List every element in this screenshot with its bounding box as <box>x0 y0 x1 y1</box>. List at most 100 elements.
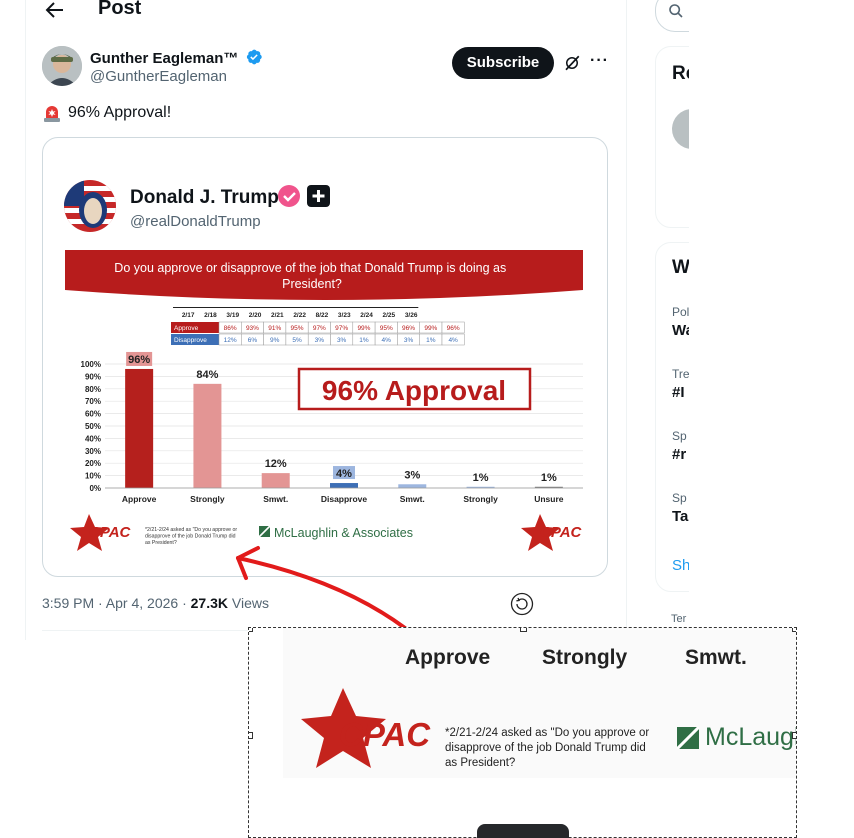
table-date: 2/25 <box>383 312 396 319</box>
value-label: 12% <box>265 458 287 470</box>
table-cell-value: 12% <box>224 337 237 344</box>
zoomed-image: Approve Strongly Smwt. CPAC *2/21-2/24 a… <box>283 628 796 778</box>
banner-line-2: President? <box>282 277 342 291</box>
svg-text:CPAC: CPAC <box>89 524 132 541</box>
table-cell-value: 3% <box>337 337 347 344</box>
y-tick-label: 30% <box>85 447 101 456</box>
resize-handle-top-right[interactable] <box>792 628 796 632</box>
value-label: 1% <box>541 472 557 484</box>
resize-handle-right[interactable] <box>792 732 796 739</box>
category-label: Unsure <box>534 494 564 504</box>
zoom-label-strongly: Strongly <box>542 646 628 669</box>
banner-line-1: Do you approve or disapprove of the job … <box>114 261 506 275</box>
panel-title: W <box>672 257 689 278</box>
trump-avatar-icon <box>64 180 116 232</box>
table-cell-value: 1% <box>426 337 436 344</box>
trend-item-1[interactable]: Pol Wa <box>672 305 689 339</box>
value-label: 96% <box>128 354 150 366</box>
table-row-label: Approve <box>174 325 199 332</box>
table-date: 3/23 <box>338 312 351 319</box>
bar <box>398 484 427 488</box>
resize-handle-top[interactable] <box>520 628 527 632</box>
table-cell-value: 93% <box>246 325 259 332</box>
table-cell-value: 95% <box>380 325 393 332</box>
category-label: Disapprove <box>321 494 368 504</box>
embedded-handle: @realDonaldTrump <box>130 213 261 230</box>
table-cell-value: 99% <box>424 325 437 332</box>
resize-handle-top-left[interactable] <box>249 628 253 632</box>
y-tick-label: 70% <box>85 397 101 406</box>
author-name[interactable]: Gunther Eagleman™ <box>90 48 263 67</box>
zoomed-selection-box[interactable]: Approve Strongly Smwt. CPAC *2/21-2/24 a… <box>248 627 797 838</box>
svg-text:McLaughlin & Associates: McLaughlin & Associates <box>274 526 413 540</box>
category-label: Approve <box>122 494 157 504</box>
table-cell-value: 97% <box>335 325 348 332</box>
trend-item-4[interactable]: Sp Ta <box>672 491 688 525</box>
table-cell-value: 4% <box>448 337 458 344</box>
zoom-label-approve: Approve <box>405 646 491 669</box>
pink-verified-icon <box>278 185 300 207</box>
back-arrow-icon[interactable] <box>42 0 66 22</box>
table-date: 2/24 <box>360 312 373 319</box>
trend-item-2[interactable]: Tre #I <box>672 367 689 401</box>
rotate-handle-icon[interactable] <box>510 592 534 616</box>
svg-text:CPAC: CPAC <box>339 716 431 753</box>
svg-text:CPAC: CPAC <box>540 524 583 541</box>
verified-badge-icon <box>246 49 262 65</box>
search-icon <box>669 4 683 18</box>
category-label: Smwt. <box>400 494 425 504</box>
value-label: 3% <box>404 469 420 481</box>
avatar-image <box>42 46 82 86</box>
cpac-logo-left: CPAC <box>70 514 132 551</box>
y-tick-label: 60% <box>85 410 101 419</box>
zoom-label-smwt: Smwt. <box>685 646 747 669</box>
category-label: Strongly <box>463 494 498 504</box>
table-date: 3/19 <box>226 312 239 319</box>
zoom-cpac-logo: CPAC <box>301 688 431 768</box>
zoom-pollster-logo: McLaugh <box>677 723 796 752</box>
y-tick-label: 20% <box>85 459 101 468</box>
tweet-text: 96% Approval! <box>42 103 171 123</box>
more-options-button[interactable]: ··· <box>590 52 609 70</box>
table-date: 2/18 <box>204 312 217 319</box>
search-box[interactable] <box>655 0 689 32</box>
relevant-people-panel: Re <box>655 46 689 228</box>
table-cell-value: 96% <box>402 325 415 332</box>
bottom-toolbar-tab[interactable] <box>477 824 569 838</box>
table-cell-value: 6% <box>248 337 258 344</box>
table-cell-value: 3% <box>404 337 414 344</box>
embedded-screenshot: Donald J. Trump @realDonaldTrump Do you … <box>64 180 583 551</box>
table-row-label: Disapprove <box>174 337 207 344</box>
table-date: 2/20 <box>249 312 262 319</box>
y-tick-label: 40% <box>85 434 101 443</box>
y-tick-label: 100% <box>81 360 101 369</box>
table-cell-value: 4% <box>382 337 392 344</box>
trend-item-3[interactable]: Sp #r <box>672 429 687 463</box>
table-cell-value: 5% <box>292 337 302 344</box>
table-cell-value: 1% <box>359 337 369 344</box>
terms-link[interactable]: Ter <box>671 613 686 625</box>
avatar[interactable] <box>42 46 82 86</box>
show-more-link[interactable]: Sh <box>672 557 689 574</box>
subscribe-button[interactable]: Subscribe <box>452 47 554 79</box>
table-cell-value: 97% <box>313 325 326 332</box>
views-count: 27.3K <box>190 595 228 611</box>
whats-happening-panel: W Pol Wa Tre #I Sp #r Sp Ta Sh <box>655 242 689 592</box>
author-handle[interactable]: @GuntherEagleman <box>90 68 227 85</box>
grok-icon[interactable] <box>563 54 581 72</box>
resize-handle-left[interactable] <box>249 732 253 739</box>
value-label: 1% <box>473 472 489 484</box>
table-date: 8/22 <box>316 312 329 319</box>
embedded-image-card[interactable]: Donald J. Trump @realDonaldTrump Do you … <box>42 137 608 577</box>
relevant-avatar[interactable] <box>672 109 689 149</box>
siren-emoji-icon <box>44 106 60 122</box>
table-rule <box>173 307 419 308</box>
bar <box>193 383 222 488</box>
value-label: 4% <box>336 468 352 480</box>
poll-table: 2/17 2/18 3/19 2/20 2/21 2/22 8/22 3/23 2/24 2/25… <box>171 307 465 346</box>
page-title: Post <box>98 0 142 19</box>
cpac-logo-right: CPAC <box>521 514 583 551</box>
question-banner <box>65 250 583 300</box>
bar <box>125 368 154 488</box>
zoom-mclaughlin-mark-icon <box>677 726 699 749</box>
